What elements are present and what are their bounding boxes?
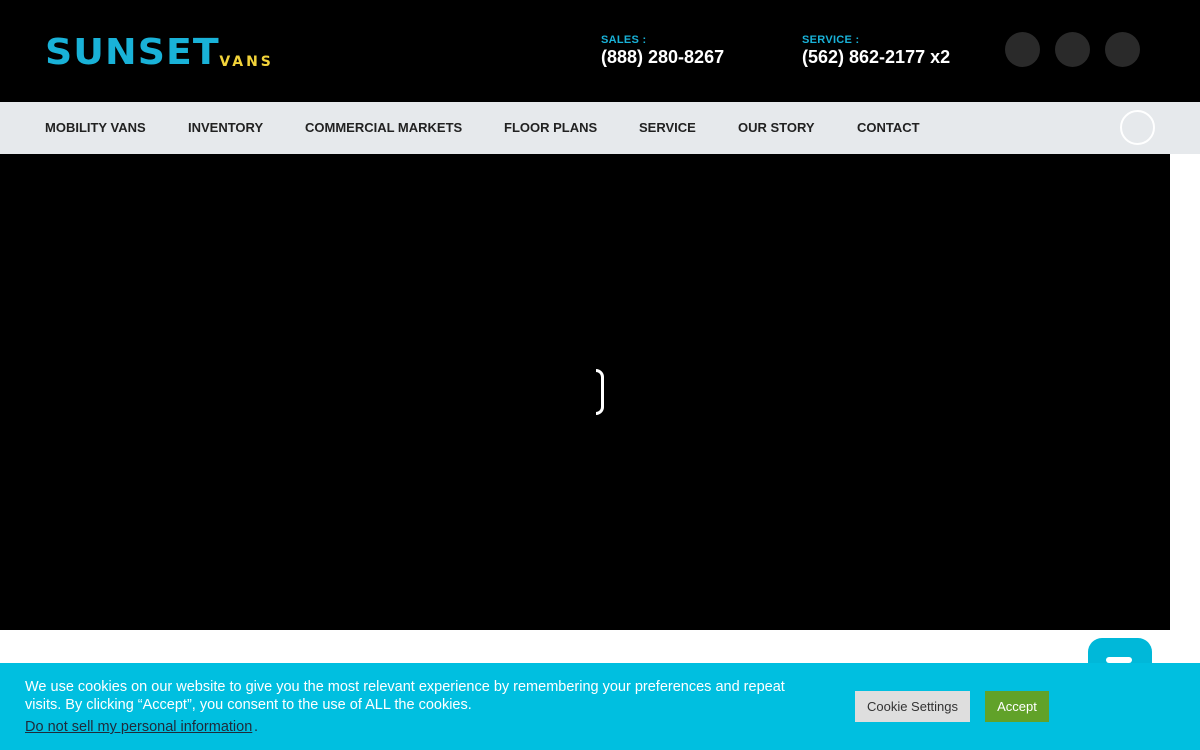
service-phone-link[interactable]: (562) 862-2177 x2 (802, 47, 950, 68)
nav-item-our-story[interactable]: OUR STORY (738, 120, 815, 135)
loading-spinner-icon (596, 369, 604, 415)
nav-item-inventory[interactable]: INVENTORY (188, 120, 263, 135)
social-icon-3[interactable] (1105, 32, 1140, 67)
sales-phone-link[interactable]: (888) 280-8267 (601, 47, 724, 68)
accept-cookies-button[interactable]: Accept (985, 691, 1049, 722)
nav-item-service[interactable]: SERVICE (639, 120, 696, 135)
logo-wordmark: SUNSET (45, 32, 220, 73)
nav-item-contact[interactable]: CONTACT (857, 120, 920, 135)
search-icon[interactable] (1120, 110, 1155, 145)
cookie-message: We use cookies on our website to give yo… (25, 679, 785, 713)
nav-item-mobility-vans[interactable]: MOBILITY VANS (45, 120, 146, 135)
site-logo[interactable]: SUNSET VANS (45, 30, 290, 73)
logo-subtitle: VANS (219, 54, 274, 70)
cookie-link-suffix: . (254, 719, 259, 735)
service-label: SERVICE : (802, 34, 860, 46)
sales-label: SALES : (601, 34, 647, 46)
sales-contact: SALES : (888) 280-8267 (601, 34, 724, 68)
main-navigation: MOBILITY VANS INVENTORY COMMERCIAL MARKE… (0, 102, 1200, 154)
do-not-sell-link[interactable]: Do not sell my personal information (25, 719, 252, 735)
hero-video[interactable] (0, 154, 1170, 630)
site-header: SUNSET VANS SALES : (888) 280-8267 SERVI… (0, 0, 1200, 102)
cookie-settings-button[interactable]: Cookie Settings (855, 691, 970, 722)
service-contact: SERVICE : (562) 862-2177 x2 (802, 34, 950, 68)
nav-item-floor-plans[interactable]: FLOOR PLANS (504, 120, 597, 135)
social-icon-1[interactable] (1005, 32, 1040, 67)
cookie-banner: We use cookies on our website to give yo… (0, 663, 1200, 750)
social-icon-2[interactable] (1055, 32, 1090, 67)
nav-item-commercial-markets[interactable]: COMMERCIAL MARKETS (305, 120, 462, 135)
